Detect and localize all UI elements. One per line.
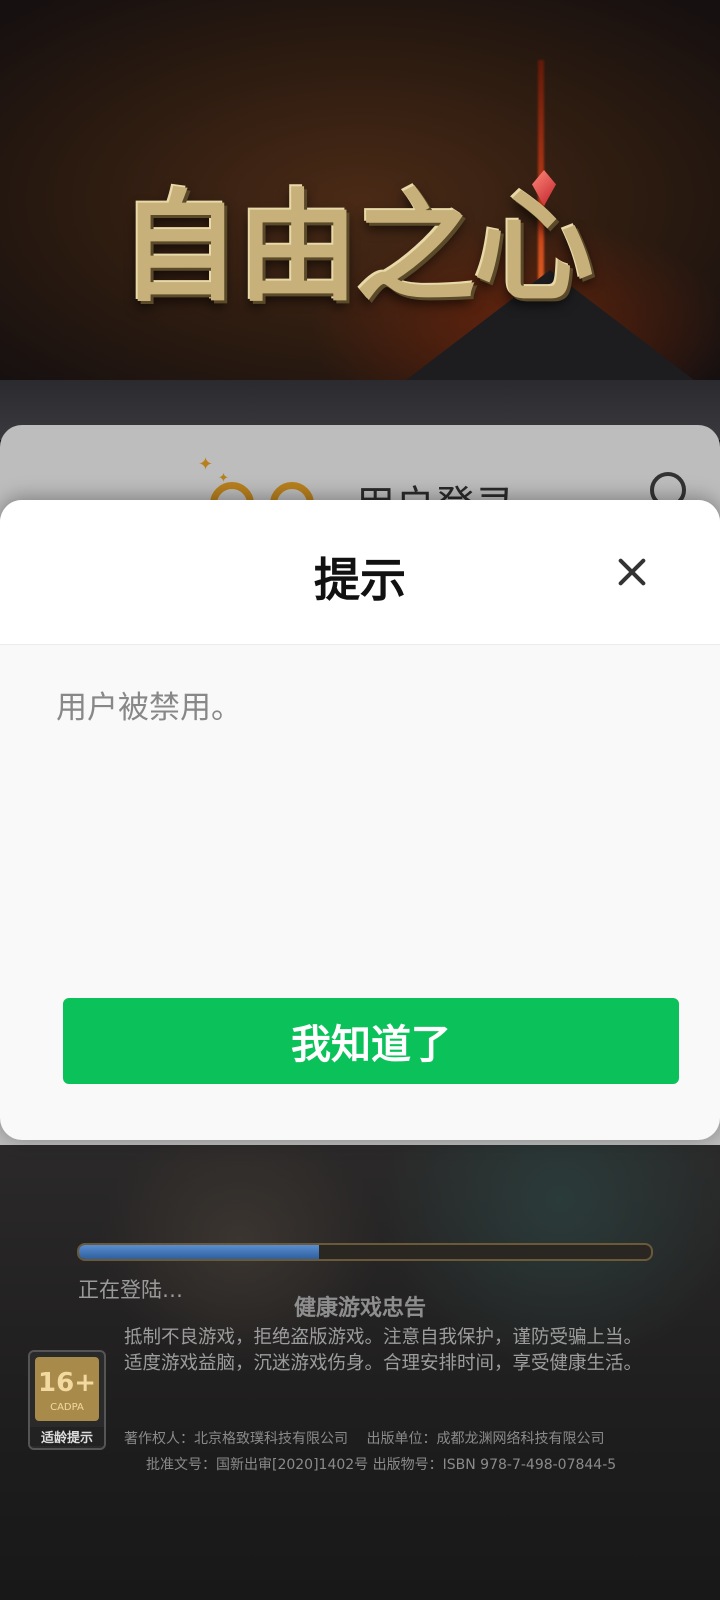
alert-dialog: 提示 用户被禁用。 我知道了	[0, 500, 720, 1140]
age-rating-org: CADPA	[50, 1402, 84, 1413]
sparkle-icon: ✦	[198, 454, 214, 475]
health-notice-title: 健康游戏忠告	[293, 1296, 426, 1321]
age-rating-badge[interactable]: 16+ CADPA 适龄提示	[28, 1350, 106, 1450]
age-rating-value: 16+	[38, 1368, 96, 1398]
dialog-header: 提示	[0, 500, 720, 645]
health-notice-line: 抵制不良游戏，拒绝盗版游戏。注意自我保护，谨防受骗上当。	[124, 1327, 643, 1348]
age-rating-label: 适龄提示	[30, 1427, 104, 1446]
approval-line: 批准文号：国新出审[2020]1402号 出版物号：ISBN 978-7-498…	[146, 1457, 617, 1473]
loading-progress-fill	[79, 1245, 320, 1259]
copyright-line: 著作权人：北京格致璞科技有限公司 出版单位：成都龙渊网络科技有限公司	[124, 1431, 605, 1447]
game-logo-title: 自由之心	[120, 177, 594, 318]
sparkle-icon: ✦	[218, 471, 229, 486]
loading-progress-bar	[77, 1243, 653, 1261]
customer-service-icon[interactable]	[650, 472, 690, 502]
close-icon[interactable]	[612, 552, 652, 592]
dialog-message: 用户被禁用。	[56, 690, 242, 726]
confirm-button[interactable]: 我知道了	[63, 998, 679, 1084]
health-notice-line: 适度游戏益脑，沉迷游戏伤身。合理安排时间，享受健康生活。	[124, 1353, 643, 1374]
